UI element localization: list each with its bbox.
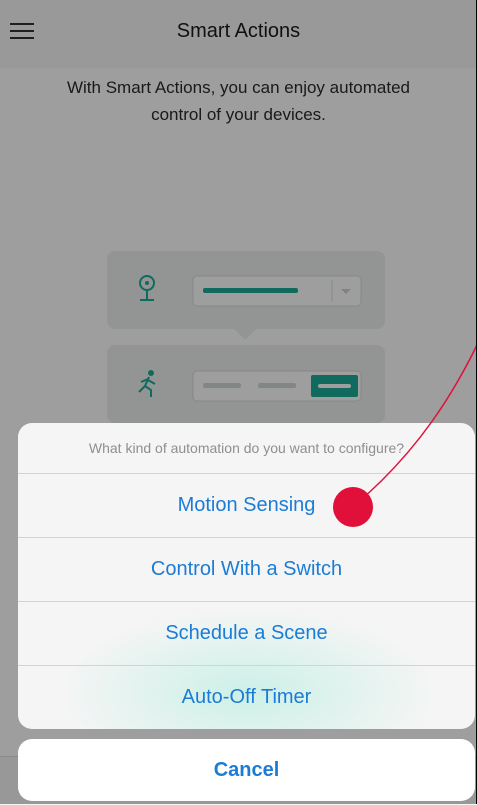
schedule-scene-option[interactable]: Schedule a Scene [18,601,475,665]
cancel-button[interactable]: Cancel [18,739,475,801]
motion-sensing-option[interactable]: Motion Sensing [18,473,475,537]
control-with-switch-option[interactable]: Control With a Switch [18,537,475,601]
auto-off-timer-option[interactable]: Auto-Off Timer [18,665,475,729]
action-sheet: What kind of automation do you want to c… [18,423,475,729]
action-sheet-header: What kind of automation do you want to c… [88,440,405,456]
